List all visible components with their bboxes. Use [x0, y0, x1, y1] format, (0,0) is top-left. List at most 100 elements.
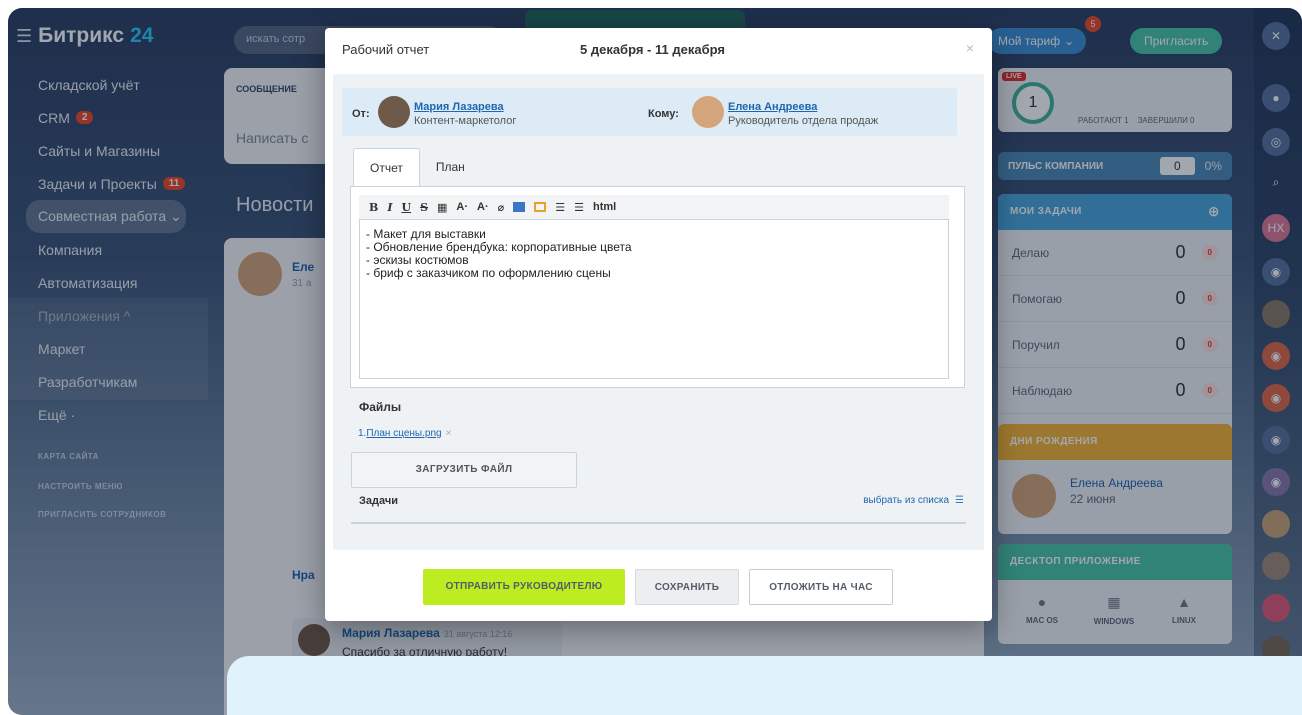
search-icon[interactable]: ⌕	[1262, 168, 1290, 196]
avatar[interactable]	[238, 252, 282, 296]
bell-icon[interactable]: ●	[1262, 84, 1290, 112]
avatar[interactable]	[692, 96, 724, 128]
comment-author[interactable]: Мария Лазарева	[342, 626, 440, 640]
sidebar-item-developers[interactable]: Разработчикам	[26, 365, 216, 398]
os-macos[interactable]: ● MAC OS	[1012, 594, 1072, 625]
sidebar-item-more[interactable]: Ещё ·	[26, 398, 216, 431]
bold-button[interactable]: B	[369, 201, 378, 214]
sidebar-nav: Складской учёт CRM 2 Сайты и Магазины Зад…	[26, 68, 216, 431]
numbered-list-icon[interactable]: ☰	[555, 201, 565, 214]
chat-icon[interactable]: ◎	[1262, 128, 1290, 156]
os-label: MAC OS	[1026, 616, 1058, 625]
close-icon[interactable]: ✕	[1262, 22, 1290, 50]
upload-file-button[interactable]: ЗАГРУЗИТЬ ФАЙЛ	[351, 452, 577, 488]
table-icon[interactable]	[534, 202, 547, 212]
avatar[interactable]	[1262, 510, 1290, 538]
avatar[interactable]	[1012, 474, 1056, 518]
like-button[interactable]: Нра	[292, 568, 315, 582]
task-count: 0	[1175, 288, 1186, 308]
file-name-link[interactable]: План сцены.png	[366, 428, 441, 439]
sidebar-item-apps[interactable]: Приложения ^	[26, 299, 216, 332]
font-size-icon[interactable]: A·	[456, 201, 468, 213]
editor-toolbar: B I U S ▦ A· A· ⌀ ☰ ☰ html	[359, 195, 949, 219]
tab-message[interactable]: СООБЩЕНИЕ	[236, 84, 297, 94]
italic-button[interactable]: I	[387, 201, 392, 214]
remove-file-icon[interactable]: ×	[446, 428, 452, 439]
sidebar-item-company[interactable]: Компания	[26, 233, 216, 266]
task-row-assigned[interactable]: Поручил 0 0	[998, 322, 1232, 368]
sidebar-item-crm[interactable]: CRM 2	[26, 101, 216, 134]
report-tabs: Отчет План	[353, 148, 481, 186]
os-label: LINUX	[1172, 616, 1196, 625]
sidebar-item-sites[interactable]: Сайты и Магазины	[26, 134, 216, 167]
add-task-icon[interactable]: ⊕	[1208, 203, 1220, 219]
logo-text: Битрикс	[38, 24, 125, 47]
group-chat-icon[interactable]: ◉	[1262, 258, 1290, 286]
task-count: 0	[1175, 380, 1186, 400]
pulse-label: ПУЛЬС КОМПАНИИ	[1008, 160, 1104, 172]
birthday-name[interactable]: Елена Андреева	[1070, 476, 1163, 490]
image-icon[interactable]	[513, 202, 526, 212]
logo[interactable]: ☰ Битрикс 24	[16, 24, 153, 48]
bullet-list-icon[interactable]: ☰	[574, 201, 584, 214]
strike-button[interactable]: S	[420, 201, 428, 214]
sidebar-item-collaboration[interactable]: Совместная работа ⌄	[26, 200, 186, 233]
group-chat-icon[interactable]: ◉	[1262, 342, 1290, 370]
save-button[interactable]: СОХРАНИТЬ	[635, 569, 739, 605]
to-name[interactable]: Елена Андреева	[728, 101, 817, 113]
eraser-icon[interactable]: ⌀	[498, 201, 505, 214]
left-sidebar: ☰ Битрикс 24 Складской учёт CRM 2 Сайты и…	[8, 8, 230, 715]
linux-icon: ▲	[1177, 594, 1191, 610]
os-linux[interactable]: ▲ LINUX	[1154, 594, 1214, 625]
os-windows[interactable]: ▦ WINDOWS	[1084, 594, 1144, 626]
invite-button[interactable]: Пригласить	[1130, 28, 1223, 54]
task-row-helping[interactable]: Помогаю 0 0	[998, 276, 1232, 322]
windows-icon: ▦	[1107, 594, 1121, 610]
menu-icon[interactable]: ☰	[16, 26, 32, 47]
send-to-manager-button[interactable]: ОТПРАВИТЬ РУКОВОДИТЕЛЮ	[423, 569, 625, 605]
remove-format-icon[interactable]: ▦	[437, 201, 447, 214]
group-chat-icon[interactable]: ◉	[1262, 426, 1290, 454]
sitemap-link[interactable]: КАРТА САЙТА	[38, 452, 99, 461]
task-row-doing[interactable]: Делаю 0 0	[998, 230, 1232, 276]
avatar[interactable]: НХ	[1262, 214, 1290, 242]
page-title: Новости	[236, 194, 314, 216]
post-author[interactable]: Еле	[292, 260, 314, 274]
group-chat-icon[interactable]: ◉	[1262, 468, 1290, 496]
desktop-title: ДЕСКТОП ПРИЛОЖЕНИЕ	[998, 544, 1232, 580]
group-chat-icon[interactable]: ◉	[1262, 384, 1290, 412]
sidebar-item-tasks[interactable]: Задачи и Проекты 11	[26, 167, 216, 200]
apple-icon: ●	[1037, 594, 1047, 610]
avatar[interactable]	[1262, 552, 1290, 580]
task-label: Помогаю	[1012, 291, 1063, 306]
close-icon[interactable]: ×	[966, 40, 974, 56]
birthdays-title: ДНИ РОЖДЕНИЯ	[998, 424, 1232, 460]
underline-button[interactable]: U	[401, 201, 411, 214]
composer-input[interactable]: Написать с	[236, 130, 308, 146]
invite-employees-link[interactable]: ПРИГЛАСИТЬ СОТРУДНИКОВ	[38, 510, 166, 519]
sidebar-item-market[interactable]: Маркет	[26, 332, 216, 365]
sidebar-item-automation[interactable]: Автоматизация	[26, 266, 216, 299]
font-color-icon[interactable]: A·	[477, 201, 489, 213]
task-row-watching[interactable]: Наблюдаю 0 0	[998, 368, 1232, 414]
avatar[interactable]	[378, 96, 410, 128]
sidebar-item-label: Приложения ^	[38, 307, 131, 324]
configure-menu-link[interactable]: НАСТРОИТЬ МЕНЮ	[38, 482, 123, 491]
live-counter[interactable]: 1	[1012, 82, 1054, 124]
report-textarea[interactable]: - Макет для выставки - Обновление брендб…	[359, 219, 949, 379]
avatar[interactable]	[1262, 300, 1290, 328]
work-report-dialog: Рабочий отчет 5 декабря - 11 декабря × О…	[325, 28, 992, 621]
company-pulse[interactable]: ПУЛЬС КОМПАНИИ 0 0%	[998, 152, 1232, 180]
choose-from-list-link[interactable]: выбрать из списка ☰	[863, 495, 964, 506]
html-button[interactable]: html	[593, 201, 616, 213]
task-count: 0	[1175, 242, 1186, 262]
sidebar-item-warehouse[interactable]: Складской учёт	[26, 68, 216, 101]
avatar[interactable]	[298, 624, 330, 656]
sidebar-item-label: Разработчикам	[38, 373, 138, 390]
tab-report[interactable]: Отчет	[353, 148, 420, 186]
from-name[interactable]: Мария Лазарева	[414, 101, 504, 113]
postpone-hour-button[interactable]: ОТЛОЖИТЬ НА ЧАС	[749, 569, 893, 605]
tariff-button[interactable]: Мой тариф ⌄	[988, 28, 1087, 54]
avatar[interactable]	[1262, 594, 1290, 622]
tab-plan[interactable]: План	[420, 148, 481, 186]
